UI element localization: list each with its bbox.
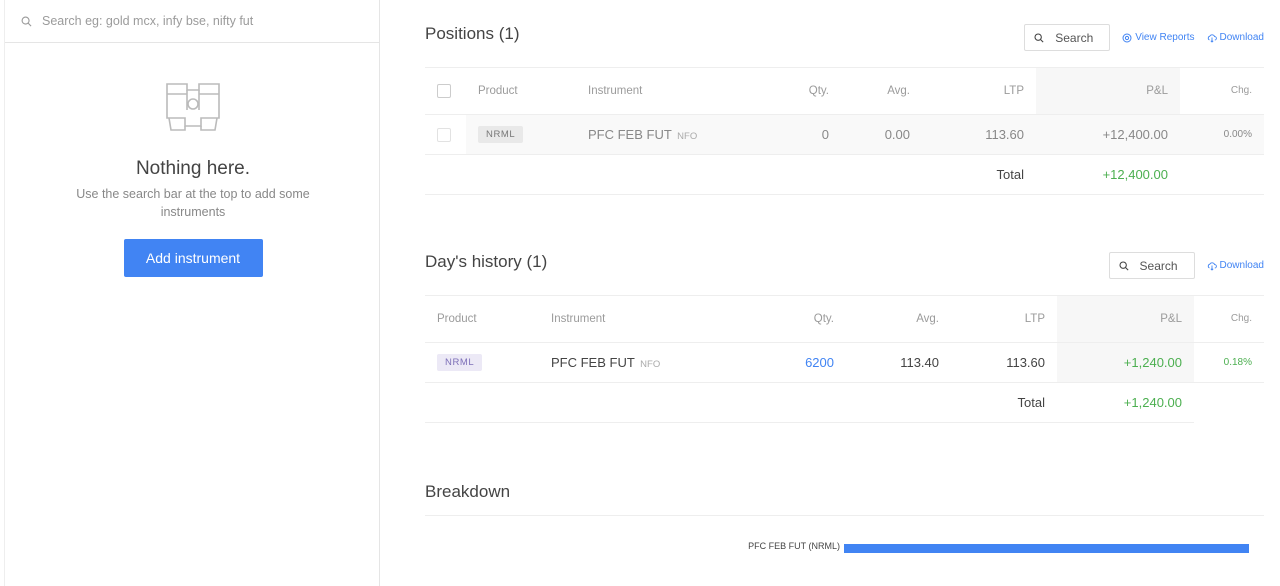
positions-header: Positions (1) Search View Reports Downlo… bbox=[425, 0, 1264, 68]
col-pnl: P&L bbox=[1036, 68, 1180, 115]
product-badge: NRML bbox=[478, 126, 524, 143]
total-label: Total bbox=[922, 154, 1036, 195]
pnl-cell: +1,240.00 bbox=[1057, 342, 1194, 383]
positions-download-link[interactable]: Download bbox=[1207, 32, 1264, 43]
exchange-label: NFO bbox=[640, 358, 661, 370]
col-instrument: Instrument bbox=[539, 296, 729, 343]
table-row[interactable]: NRML PFC FEB FUT NFO 6200 113.40 113.60 … bbox=[425, 342, 1264, 383]
history-title: Day's history (1) bbox=[425, 251, 548, 271]
history-search[interactable]: Search bbox=[1108, 252, 1195, 279]
ltp-cell: 113.60 bbox=[922, 114, 1036, 155]
positions-table: Product Instrument Qty. Avg. LTP P&L Chg… bbox=[425, 68, 1264, 195]
col-instrument: Instrument bbox=[576, 68, 756, 115]
marketwatch-panel: Nothing here. Use the search bar at the … bbox=[4, 0, 380, 586]
total-value: +1,240.00 bbox=[1057, 382, 1194, 423]
chg-cell: 0.00% bbox=[1180, 114, 1264, 155]
row-checkbox[interactable] bbox=[437, 127, 451, 142]
table-row[interactable]: NRML PFC FEB FUT NFO 0 0.00 113.60 +12,4… bbox=[425, 114, 1264, 155]
history-download-label: Download bbox=[1219, 260, 1264, 271]
view-reports-link[interactable]: View Reports bbox=[1122, 32, 1195, 43]
instrument-name: PFC FEB FUT bbox=[551, 354, 635, 370]
breakdown-header: Breakdown bbox=[425, 468, 1264, 516]
empty-description: Use the search bar at the top to add som… bbox=[76, 187, 310, 219]
select-all-checkbox[interactable] bbox=[437, 83, 451, 98]
breakdown-bar-row: PFC FEB FUT (NRML) bbox=[425, 516, 1264, 556]
positions-title: Positions (1) bbox=[425, 23, 520, 43]
breakdown-section: Breakdown PFC FEB FUT (NRML) bbox=[425, 468, 1264, 556]
qty-cell: 0 bbox=[756, 114, 841, 155]
col-ltp: LTP bbox=[922, 68, 1036, 115]
view-reports-label: View Reports bbox=[1135, 32, 1195, 43]
product-badge: NRML bbox=[437, 354, 483, 371]
col-ltp: LTP bbox=[951, 296, 1057, 343]
positions-tools: Search View Reports Download bbox=[1024, 24, 1264, 51]
total-spacer bbox=[425, 154, 922, 195]
exchange-label: NFO bbox=[677, 130, 698, 142]
pnl-cell: +12,400.00 bbox=[1036, 114, 1180, 155]
search-input[interactable] bbox=[42, 14, 342, 28]
total-spacer bbox=[425, 382, 951, 423]
col-chg: Chg. bbox=[1194, 296, 1264, 343]
positions-search-label: Search bbox=[1055, 30, 1094, 45]
avg-cell: 113.40 bbox=[846, 342, 951, 383]
ltp-cell: 113.60 bbox=[951, 342, 1057, 383]
col-avg: Avg. bbox=[841, 68, 922, 115]
positions-search[interactable]: Search bbox=[1024, 24, 1111, 51]
chg-cell: 0.18% bbox=[1194, 342, 1264, 383]
history-tools: Search Download bbox=[1108, 252, 1264, 279]
positions-header-row: Product Instrument Qty. Avg. LTP P&L Chg… bbox=[425, 68, 1264, 115]
add-instrument-button[interactable]: Add instrument bbox=[123, 239, 263, 277]
history-table: Product Instrument Qty. Avg. LTP P&L Chg… bbox=[425, 296, 1264, 423]
row-select-cell bbox=[425, 114, 466, 155]
search-icon bbox=[1118, 260, 1129, 271]
search-icon bbox=[1034, 32, 1044, 43]
breakdown-title: Breakdown bbox=[425, 481, 511, 501]
product-cell: NRML bbox=[425, 342, 539, 383]
product-cell: NRML bbox=[466, 114, 576, 155]
total-label: Total bbox=[951, 382, 1057, 423]
history-download-link[interactable]: Download bbox=[1207, 260, 1264, 271]
total-chg-spacer bbox=[1194, 382, 1264, 422]
breakdown-chart bbox=[844, 544, 1249, 553]
history-section: Day's history (1) Search Download Produc… bbox=[425, 228, 1264, 423]
instrument-cell: PFC FEB FUT NFO bbox=[576, 114, 756, 155]
cloud-download-icon bbox=[1207, 33, 1217, 43]
total-chg-spacer bbox=[1180, 154, 1264, 195]
col-chg: Chg. bbox=[1180, 68, 1264, 115]
col-product: Product bbox=[425, 296, 539, 343]
avg-cell: 0.00 bbox=[841, 114, 922, 155]
cloud-download-icon bbox=[1207, 261, 1217, 271]
history-search-label: Search bbox=[1139, 258, 1178, 273]
col-qty: Qty. bbox=[729, 296, 846, 343]
breakdown-bar bbox=[844, 544, 1249, 553]
positions-download-label: Download bbox=[1219, 32, 1264, 43]
col-pnl: P&L bbox=[1057, 296, 1194, 343]
empty-title: Nothing here. bbox=[135, 158, 251, 179]
history-header: Day's history (1) Search Download bbox=[425, 228, 1264, 296]
col-avg: Avg. bbox=[846, 296, 951, 343]
col-product: Product bbox=[466, 68, 576, 115]
reports-icon bbox=[1122, 33, 1132, 42]
qty-cell[interactable]: 6200 bbox=[729, 342, 846, 383]
empty-state: Nothing here. Use the search bar at the … bbox=[5, 80, 381, 277]
history-total-row: Total +1,240.00 bbox=[425, 382, 1264, 423]
positions-section: Positions (1) Search View Reports Downlo… bbox=[425, 0, 1264, 195]
select-all-cell bbox=[425, 68, 466, 115]
instrument-name: PFC FEB FUT bbox=[588, 126, 672, 142]
search-icon bbox=[21, 16, 32, 26]
instrument-cell: PFC FEB FUT NFO bbox=[539, 342, 729, 383]
marketwatch-search[interactable] bbox=[5, 0, 379, 43]
total-value: +12,400.00 bbox=[1036, 154, 1180, 195]
history-header-row: Product Instrument Qty. Avg. LTP P&L Chg… bbox=[425, 296, 1264, 343]
bar-label: PFC FEB FUT (NRML) bbox=[748, 541, 840, 551]
col-qty: Qty. bbox=[756, 68, 841, 115]
binoculars-icon bbox=[166, 83, 220, 131]
positions-total-row: Total +12,400.00 bbox=[425, 154, 1264, 195]
